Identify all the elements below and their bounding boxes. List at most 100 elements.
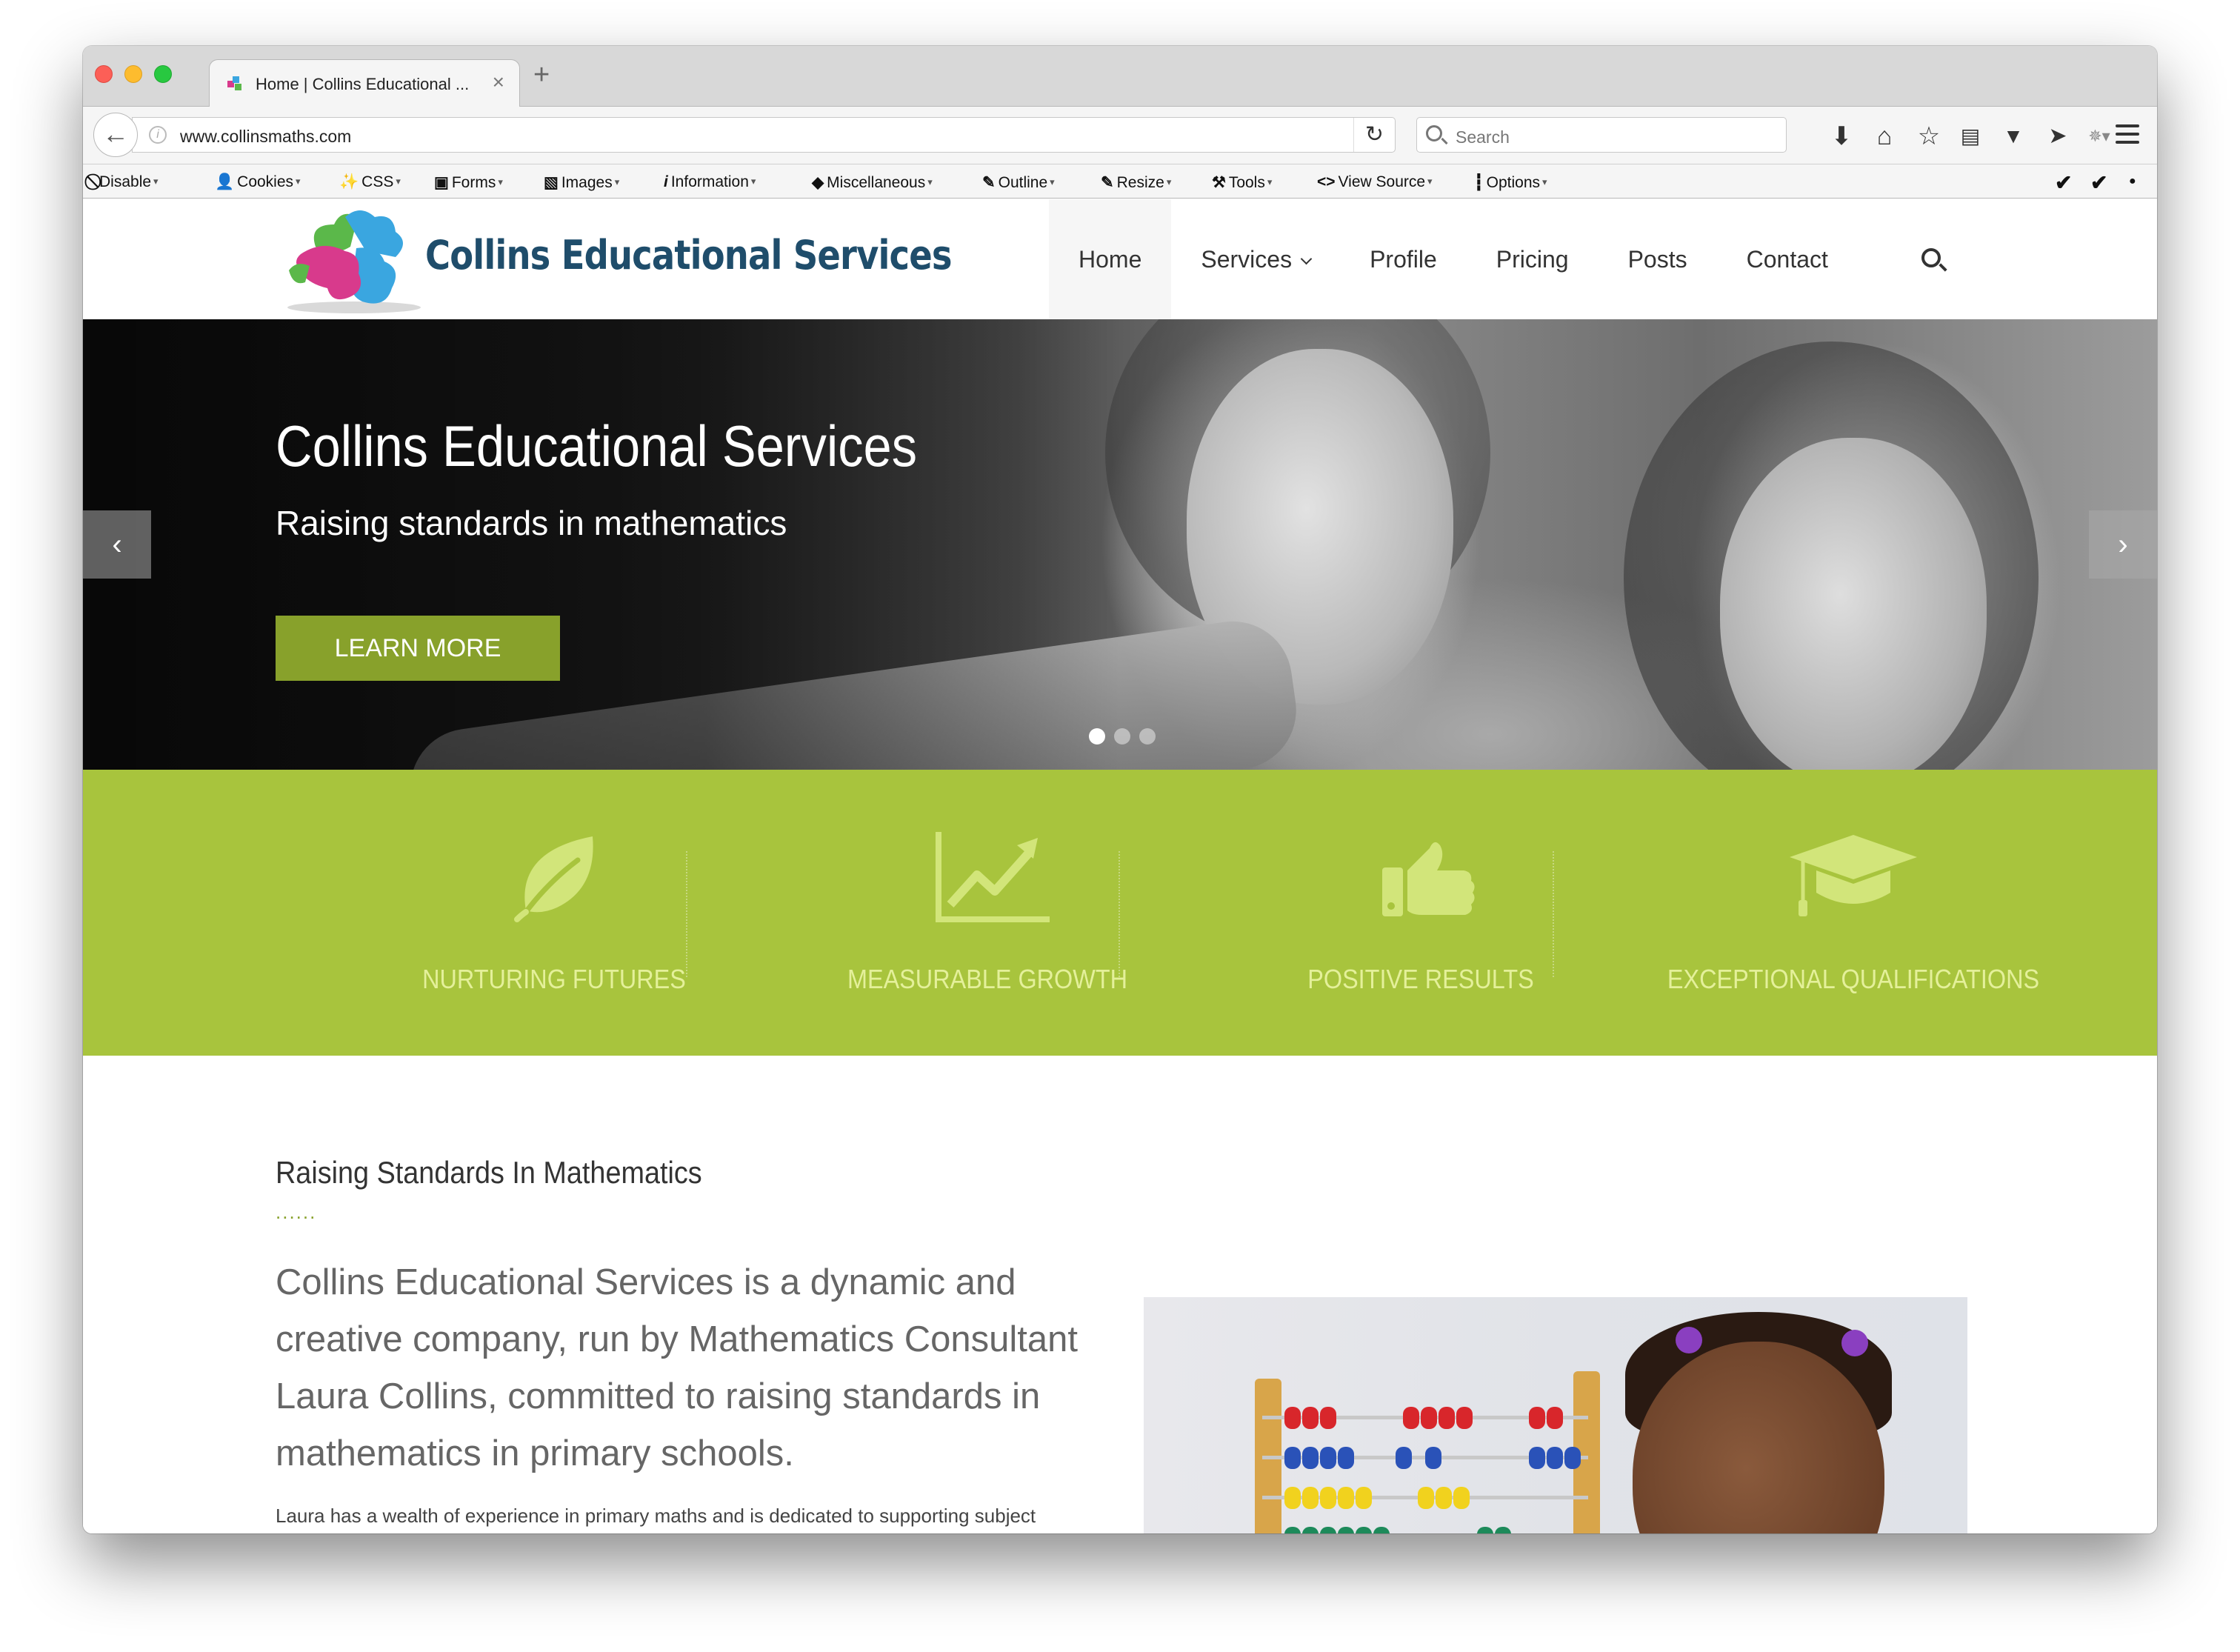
slider-dot[interactable] <box>1089 728 1105 745</box>
nav-services[interactable]: Services <box>1171 199 1340 319</box>
navigation-bar: i www.collinsmaths.com ↻ ← Search ⬇ ⌂ ☆ … <box>83 107 2157 164</box>
nav-contact[interactable]: Contact <box>1717 199 1858 319</box>
back-button[interactable]: ← <box>93 113 138 157</box>
devbar-forms[interactable]: ▣ Forms ▾ <box>434 173 503 192</box>
extension-icon[interactable]: ✵▾ <box>2083 120 2116 153</box>
graduation-cap-icon <box>1790 835 1917 916</box>
devbar-disable[interactable]: ⃠Disable▾ <box>96 173 159 191</box>
feature-label: NURTURING FUTURES <box>422 964 686 994</box>
search-placeholder: Search <box>1456 127 1510 147</box>
site-info-icon[interactable]: i <box>149 126 167 144</box>
abacus-bead <box>1477 1527 1493 1533</box>
tab-close-icon[interactable]: × <box>493 70 504 94</box>
url-text[interactable]: www.collinsmaths.com <box>180 127 351 147</box>
search-icon[interactable] <box>1921 248 1941 267</box>
logo-icon[interactable] <box>286 202 427 315</box>
learn-more-button[interactable]: LEARN MORE <box>276 616 560 681</box>
download-icon[interactable]: ⬇ <box>1825 120 1858 153</box>
nav-profile[interactable]: Profile <box>1340 199 1467 319</box>
site-header: Collins Educational Services Home Servic… <box>83 199 2157 319</box>
abacus-bead <box>1495 1527 1511 1533</box>
feature-label: POSITIVE RESULTS <box>1307 964 1534 994</box>
devbar-view-source[interactable]: <> View Source ▾ <box>1317 173 1433 191</box>
reading-list-icon[interactable]: ▤ <box>1954 120 1987 153</box>
abacus-photo <box>1144 1297 1967 1533</box>
zoom-window-button[interactable] <box>154 65 172 83</box>
slider-dots <box>1089 728 1164 745</box>
abacus-bead <box>1396 1447 1412 1469</box>
slider-next-button[interactable]: › <box>2089 510 2157 579</box>
minimize-window-button[interactable] <box>124 65 142 83</box>
feature-divider <box>1553 851 1554 977</box>
devbar-resize[interactable]: ✎ Resize ▾ <box>1101 173 1171 192</box>
thumbs-up-icon <box>1382 842 1475 916</box>
browser-window: Home | Collins Educational ... × + i www… <box>83 46 2157 1533</box>
abacus-bead <box>1302 1527 1319 1533</box>
abacus-bead <box>1302 1407 1319 1429</box>
nav-services-label: Services <box>1201 246 1293 273</box>
nav-posts[interactable]: Posts <box>1599 199 1717 319</box>
devbar-miscellaneous[interactable]: ◆ Miscellaneous ▾ <box>812 173 933 192</box>
nav-pricing[interactable]: Pricing <box>1467 199 1599 319</box>
feature-nurturing-futures: NURTURING FUTURES <box>338 770 770 1056</box>
abacus-bead <box>1436 1487 1452 1509</box>
nav-home[interactable]: Home <box>1049 199 1172 319</box>
abacus-bead <box>1547 1407 1563 1429</box>
menu-icon[interactable] <box>2116 124 2139 145</box>
abacus-bead <box>1547 1447 1563 1469</box>
devbar-css[interactable]: ✨ CSS ▾ <box>339 173 401 191</box>
tab-home[interactable]: Home | Collins Educational ... × <box>209 59 520 108</box>
abacus-bead <box>1403 1407 1419 1429</box>
home-icon[interactable]: ⌂ <box>1868 120 1901 153</box>
web-page: Collins Educational Services Home Servic… <box>83 199 2157 1533</box>
abacus-bead <box>1302 1487 1319 1509</box>
logo-text[interactable]: Collins Educational Services <box>425 232 953 279</box>
reload-icon[interactable]: ↻ <box>1353 118 1395 152</box>
devbar-tools[interactable]: ⚒ Tools ▾ <box>1212 173 1272 192</box>
search-icon <box>1426 125 1442 141</box>
check-icon[interactable]: ✔ <box>2055 170 2072 195</box>
abacus-bead <box>1284 1447 1301 1469</box>
slider-dot[interactable] <box>1114 728 1130 745</box>
abacus-bead <box>1529 1407 1545 1429</box>
section-heading: Raising Standards In Mathematics <box>276 1155 702 1190</box>
abacus-bead <box>1320 1407 1336 1429</box>
pocket-icon[interactable]: ▼ <box>1997 120 2030 153</box>
abacus-bead <box>1356 1527 1372 1533</box>
abacus-bead <box>1373 1527 1390 1533</box>
slider-dot[interactable] <box>1139 728 1156 745</box>
body-paragraph: Laura has a wealth of experience in prim… <box>276 1505 1036 1527</box>
abacus-bead <box>1421 1407 1437 1429</box>
abacus-bead <box>1529 1447 1545 1469</box>
tab-title: Home | Collins Educational ... <box>256 75 470 93</box>
devbar-images[interactable]: ▧ Images ▾ <box>544 173 619 192</box>
devbar-options[interactable]: ┇ Options ▾ <box>1474 173 1547 192</box>
feature-measurable-growth: MEASURABLE GROWTH <box>771 770 1204 1056</box>
feature-positive-results: POSITIVE RESULTS <box>1204 770 1637 1056</box>
search-bar[interactable]: Search <box>1416 117 1787 153</box>
slider-prev-button[interactable]: ‹ <box>83 510 151 579</box>
close-window-button[interactable] <box>95 65 113 83</box>
hero-overlay <box>83 319 1120 770</box>
hero-photo-woman <box>1720 438 1987 770</box>
web-developer-toolbar: ⃠Disable▾ 👤Cookies▾ ✨CSS▾ ▣Forms▾ ▧Image… <box>83 164 2157 199</box>
devbar-information[interactable]: i Information ▾ <box>664 173 756 191</box>
feature-label: MEASURABLE GROWTH <box>847 964 1128 994</box>
tab-bar: Home | Collins Educational ... × + <box>83 46 2157 108</box>
new-tab-button[interactable]: + <box>533 59 550 91</box>
bookmark-star-icon[interactable]: ☆ <box>1913 120 1945 153</box>
features-band: NURTURING FUTURES MEASURABLE GROWTH POSI <box>83 770 2157 1056</box>
check-icon[interactable]: ✔ <box>2090 170 2107 195</box>
abacus-bead <box>1338 1527 1354 1533</box>
hero-subtitle: Raising standards in mathematics <box>276 504 787 542</box>
abacus-bead <box>1456 1407 1473 1429</box>
status-dot-icon[interactable]: ● <box>2129 175 2136 188</box>
url-bar[interactable]: i www.collinsmaths.com ↻ <box>132 117 1396 153</box>
abacus-bead <box>1284 1487 1301 1509</box>
devbar-cookies[interactable]: 👤 Cookies ▾ <box>215 173 301 191</box>
hair-tie <box>1841 1330 1868 1356</box>
abacus-bead <box>1320 1487 1336 1509</box>
hero-slider: Collins Educational Services Raising sta… <box>83 319 2157 770</box>
send-icon[interactable]: ➤ <box>2041 120 2074 153</box>
devbar-outline[interactable]: ✎ Outline ▾ <box>982 173 1055 192</box>
